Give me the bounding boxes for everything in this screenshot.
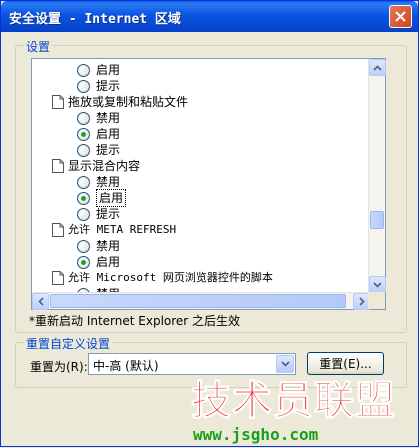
setting-option[interactable]: 禁用 xyxy=(77,110,120,126)
setting-option[interactable]: 提示 xyxy=(77,78,120,94)
close-button[interactable] xyxy=(389,5,412,28)
close-icon xyxy=(395,11,406,22)
setting-option-label: 禁用 xyxy=(96,111,121,125)
setting-category-label: 显示混合内容 xyxy=(68,159,141,173)
radio-unchecked-icon[interactable] xyxy=(77,63,90,77)
setting-category: 允许 Microsoft 网页浏览器控件的脚本 xyxy=(52,270,273,286)
radio-unchecked-icon[interactable] xyxy=(77,207,90,221)
setting-option[interactable]: 提示 xyxy=(77,206,120,222)
setting-category: 允许 META REFRESH xyxy=(52,222,176,238)
chevron-down-icon xyxy=(280,361,290,367)
setting-option-label: 禁用 xyxy=(96,239,121,253)
setting-category: 显示混合内容 xyxy=(52,158,140,174)
settings-list: 启用 提示 拖放或复制和粘贴文件 禁用 启用 提示 显示混合内容 禁用 启用 提示 允许 META … xyxy=(32,59,370,293)
reset-group-title: 重置自定义设置 xyxy=(24,335,113,352)
setting-option-label: 提示 xyxy=(96,143,121,157)
setting-category-label: 允许 Microsoft 网页浏览器控件的脚本 xyxy=(68,271,273,284)
setting-option-label: 提示 xyxy=(96,79,121,93)
setting-option[interactable]: 禁用 xyxy=(77,238,120,254)
vertical-scroll-thumb[interactable] xyxy=(370,211,384,229)
radio-unchecked-icon[interactable] xyxy=(77,143,90,157)
radio-unchecked-icon[interactable] xyxy=(77,111,90,125)
setting-category-label: 允许 META REFRESH xyxy=(68,223,177,236)
radio-checked-icon[interactable] xyxy=(77,255,90,269)
radio-checked-icon[interactable] xyxy=(77,191,90,205)
dropdown-button[interactable] xyxy=(276,355,294,373)
scroll-left-button[interactable] xyxy=(32,293,49,310)
setting-option-label: 提示 xyxy=(96,207,121,221)
radio-unchecked-icon[interactable] xyxy=(77,239,90,253)
document-icon xyxy=(52,159,64,173)
reset-button[interactable]: 重置(E)... xyxy=(307,352,384,375)
setting-option-label: 启用 xyxy=(96,255,121,269)
watermark-url: www.jsgho.com xyxy=(193,425,319,444)
window-title: 安全设置 - Internet 区域 xyxy=(9,12,181,27)
setting-option-label: 启用 xyxy=(96,189,127,207)
setting-option[interactable]: 提示 xyxy=(77,142,120,158)
scroll-up-button[interactable] xyxy=(369,59,386,76)
setting-option[interactable]: 禁用 xyxy=(77,174,120,190)
title-bar[interactable]: 安全设置 - Internet 区域 xyxy=(1,1,418,32)
radio-checked-icon[interactable] xyxy=(77,127,90,141)
setting-option-label: 启用 xyxy=(96,127,121,141)
chevron-left-icon xyxy=(37,297,44,306)
document-icon xyxy=(52,271,64,285)
document-icon xyxy=(52,223,64,237)
setting-option[interactable]: 启用 xyxy=(77,189,127,207)
reset-to-label: 重置为(R): xyxy=(30,360,88,374)
setting-category: 拖放或复制和粘贴文件 xyxy=(52,94,188,110)
radio-unchecked-icon[interactable] xyxy=(77,175,90,189)
site-watermark: 技术员联盟 www.jsgho.com xyxy=(191,379,419,448)
setting-category-label: 拖放或复制和粘贴文件 xyxy=(68,95,189,109)
scrollbar-corner xyxy=(368,292,385,309)
radio-unchecked-icon[interactable] xyxy=(77,79,90,93)
setting-option-label: 禁用 xyxy=(96,175,121,189)
watermark-text: 技术员联盟 xyxy=(191,378,396,424)
reset-level-value: 中-高 (默认) xyxy=(93,359,159,373)
setting-option[interactable]: 启用 xyxy=(77,62,120,78)
settings-listbox[interactable]: 启用 提示 拖放或复制和粘贴文件 禁用 启用 提示 显示混合内容 禁用 启用 提示 允许 META … xyxy=(31,58,386,310)
chevron-up-icon xyxy=(373,64,382,71)
scroll-down-button[interactable] xyxy=(369,276,386,293)
document-icon xyxy=(52,95,64,109)
vertical-scrollbar[interactable] xyxy=(368,59,386,293)
reset-level-select[interactable]: 中-高 (默认) xyxy=(88,353,296,375)
horizontal-scrollbar[interactable] xyxy=(32,292,370,310)
horizontal-scroll-thumb[interactable] xyxy=(50,294,346,308)
settings-group-title: 设置 xyxy=(24,38,53,55)
chevron-right-icon xyxy=(358,297,365,306)
setting-option[interactable]: 启用 xyxy=(77,254,120,270)
setting-option-label: 启用 xyxy=(96,63,121,77)
chevron-down-icon xyxy=(373,281,382,288)
restart-note: *重新启动 Internet Explorer 之后生效 xyxy=(29,314,241,328)
setting-option[interactable]: 启用 xyxy=(77,126,120,142)
security-settings-dialog: 安全设置 - Internet 区域 设置 启用 提示 拖放或复制和粘贴文件 禁用 启用… xyxy=(0,0,419,447)
